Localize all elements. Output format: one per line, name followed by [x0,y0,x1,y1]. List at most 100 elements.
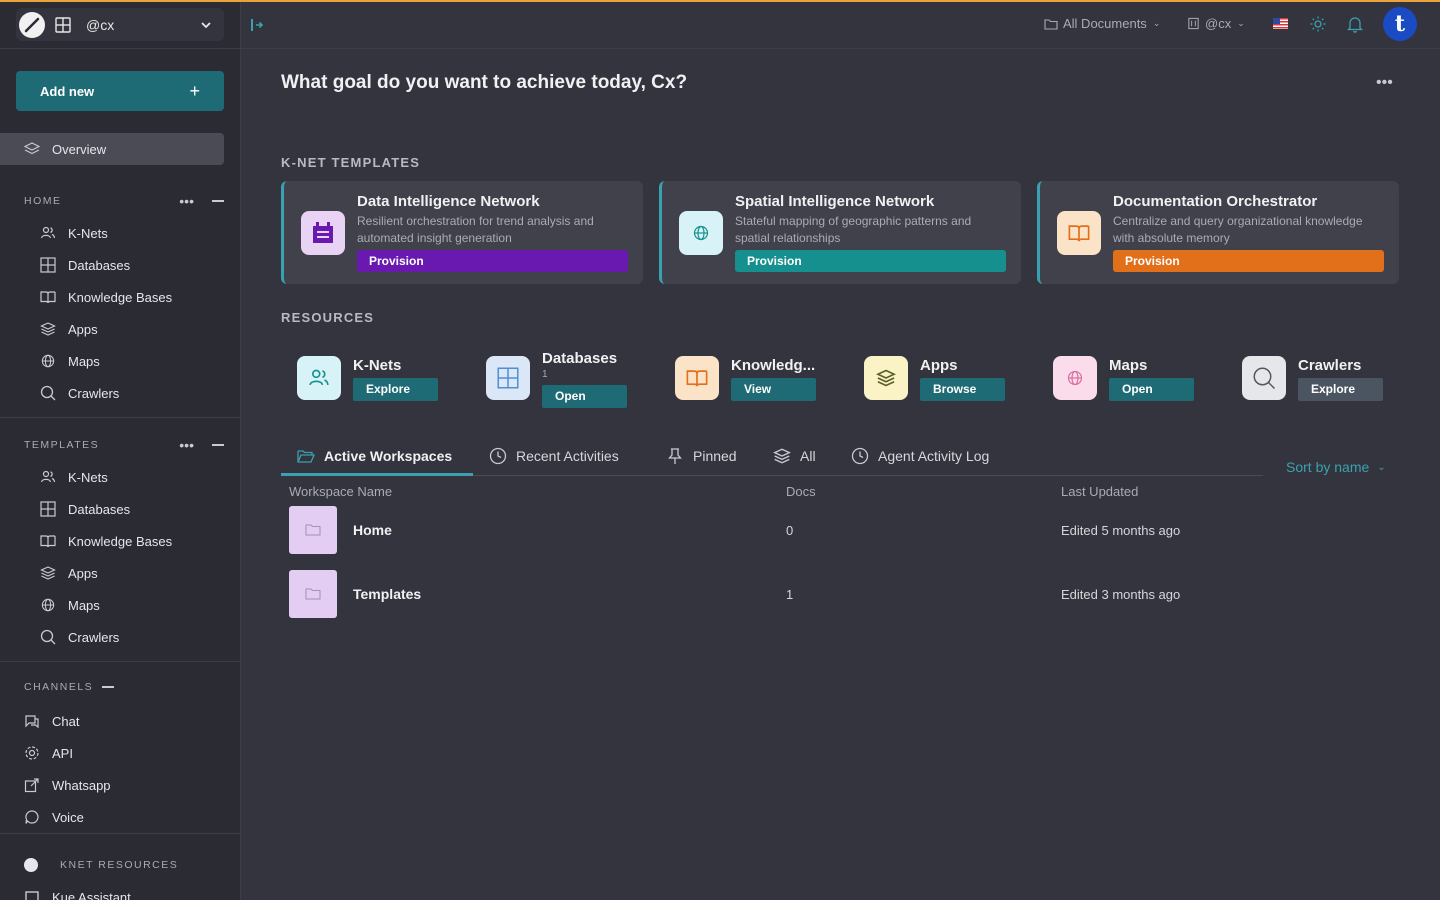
table-row[interactable]: Templates 1 Edited 3 months ago [281,570,1399,626]
explore-button[interactable]: Explore [353,378,438,401]
us-flag-icon[interactable] [1273,18,1288,29]
template-title: Data Intelligence Network [357,193,540,210]
provision-button[interactable]: Provision [1113,250,1384,272]
nav-label: Knowledge Bases [68,289,173,305]
explore-button[interactable]: Explore [1298,378,1383,401]
last-updated: Edited 5 months ago [1061,523,1181,538]
tab-label: Active Workspaces [324,448,453,464]
knet-resource-item[interactable]: Kue Assistant [24,887,131,900]
resource-count: 1 [542,369,548,380]
workspace-name[interactable]: Templates [353,586,421,602]
layers-icon [864,356,908,400]
workspace-name[interactable]: Home [353,522,392,538]
knet-resources-label: KNET RESOURCES [60,859,179,871]
sidebar: @cx Add new + Overview HOME ••• K-Nets D… [0,2,241,900]
home-section-header: HOME ••• [24,193,224,209]
view-button[interactable]: View [731,378,816,401]
workspace-tabs: Active Workspaces Recent Activities Pinn… [281,438,1263,476]
sidebar-item-maps[interactable]: Maps [40,351,100,371]
template-item-knowledge-bases[interactable]: Knowledge Bases [40,531,172,551]
sidebar-toggle-icon[interactable] [250,17,266,33]
template-item-apps[interactable]: Apps [40,563,98,583]
template-item-maps[interactable]: Maps [40,595,100,615]
resource-title: K-Nets [353,357,402,374]
channels-section-label: CHANNELS [24,681,94,693]
book-icon [1057,211,1101,255]
workspace-switcher[interactable]: @cx [16,8,224,41]
nav-label: Kue Assistant [52,889,131,900]
folder-icon [289,570,337,618]
provision-button[interactable]: Provision [357,250,628,272]
sidebar-item-apps[interactable]: Apps [40,319,98,339]
template-item-knets[interactable]: K-Nets [40,467,108,487]
templates-section-label: TEMPLATES [24,439,100,451]
bell-icon[interactable] [1347,15,1363,33]
more-icon[interactable]: ••• [1376,74,1393,92]
sidebar-item-databases[interactable]: Databases [40,255,130,275]
nav-label: K-Nets [68,469,108,485]
documents-selector[interactable]: All Documents ⌄ [1044,16,1160,31]
sidebar-item-knowledge-bases[interactable]: Knowledge Bases [40,287,172,307]
provision-button[interactable]: Provision [735,250,1006,272]
globe-icon [40,353,56,369]
gear-icon [24,745,40,761]
template-item-crawlers[interactable]: Crawlers [40,627,119,647]
divider [0,48,240,49]
home-section-label: HOME [24,195,62,207]
open-button[interactable]: Open [542,385,627,408]
tab-agent-activity-log[interactable]: Agent Activity Log [851,446,989,466]
chevron-down-icon[interactable] [200,19,212,31]
template-item-databases[interactable]: Databases [40,499,130,519]
channel-item-api[interactable]: API [24,743,73,763]
grid-icon[interactable] [55,16,71,33]
sidebar-item-knets[interactable]: K-Nets [40,223,108,243]
resource-title: Crawlers [1298,357,1362,374]
collapse-icon[interactable] [212,200,224,202]
chevron-down-icon: ⌄ [1237,18,1245,28]
account-label: @cx [1205,16,1232,31]
workspace-name: @cx [86,16,115,33]
nav-label: Databases [68,501,131,517]
table-row[interactable]: Home 0 Edited 5 months ago [281,506,1399,562]
open-button[interactable]: Open [1109,378,1194,401]
collapse-icon[interactable] [102,686,114,688]
avatar[interactable]: t [1383,7,1417,41]
tab-recent-activities[interactable]: Recent Activities [489,446,619,466]
channel-item-chat[interactable]: Chat [24,711,79,731]
more-icon[interactable]: ••• [179,437,194,453]
channel-item-whatsapp[interactable]: Whatsapp [24,775,111,795]
template-description: Stateful mapping of geographic patterns … [735,214,972,245]
account-selector[interactable]: @cx ⌄ [1187,16,1245,31]
column-header-docs[interactable]: Docs [786,484,816,499]
column-header-name[interactable]: Workspace Name [289,484,392,499]
divider [0,661,240,662]
top-bar: All Documents ⌄ @cx ⌄ t [241,2,1440,49]
template-card-data-intelligence[interactable]: Data Intelligence Network Resilient orch… [281,181,643,284]
template-card-spatial-intelligence[interactable]: Spatial Intelligence Network Stateful ma… [659,181,1021,284]
chat-icon [24,713,40,729]
collapse-icon[interactable] [212,444,224,446]
template-card-documentation-orchestrator[interactable]: Documentation Orchestrator Centralize an… [1037,181,1399,284]
sidebar-item-overview[interactable]: Overview [0,133,224,165]
knet-resources-header: KNET RESOURCES [24,858,178,872]
search-icon [40,385,56,401]
browse-button[interactable]: Browse [920,378,1005,401]
logo-icon [24,858,38,872]
column-header-updated[interactable]: Last Updated [1061,484,1138,499]
tab-pinned[interactable]: Pinned [666,446,737,466]
sort-dropdown[interactable]: Sort by name ⌄ [1286,459,1386,475]
table-icon [486,356,530,400]
tab-active-workspaces[interactable]: Active Workspaces [297,446,452,466]
tab-all[interactable]: All [773,446,816,466]
sun-icon[interactable] [1310,16,1326,32]
channel-item-voice[interactable]: Voice [24,807,84,827]
add-new-label: Add new [40,83,95,99]
sort-label: Sort by name [1286,459,1370,475]
sidebar-item-crawlers[interactable]: Crawlers [40,383,119,403]
nav-label: Databases [68,257,131,273]
nav-label: Chat [52,713,80,729]
users-icon [40,225,56,241]
docs-count: 1 [786,587,794,602]
add-new-button[interactable]: Add new + [16,71,224,111]
more-icon[interactable]: ••• [179,193,194,209]
